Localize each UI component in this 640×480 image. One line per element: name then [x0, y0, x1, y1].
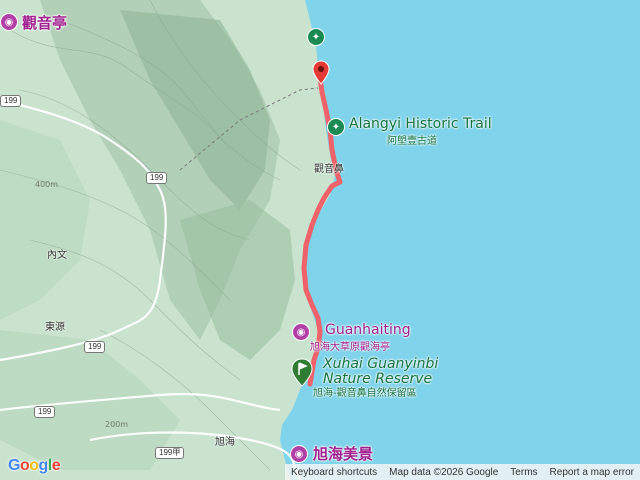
- poi-guanhaiting-sub: 旭海大草原觀海亭: [310, 342, 390, 353]
- map-data-text: Map data ©2026 Google: [389, 466, 499, 478]
- poi-xuhai-reserve[interactable]: Xuhai Guanyinbi: [323, 356, 438, 372]
- poi-guanhaiting[interactable]: Guanhaiting: [325, 322, 411, 338]
- camera-icon[interactable]: ◉: [290, 445, 308, 463]
- road-shield: 199甲: [155, 447, 185, 459]
- map-canvas[interactable]: ◉ 觀音亭 ✦ ✦ Alangyi Historic Trail 阿塱壹古道 觀…: [0, 0, 640, 480]
- camera-icon[interactable]: ◉: [292, 323, 310, 341]
- hiking-icon[interactable]: ✦: [327, 118, 345, 136]
- camera-icon[interactable]: ◉: [0, 13, 18, 31]
- google-logo: Google: [8, 457, 61, 474]
- road-shield: 199: [34, 406, 56, 418]
- start-marker-icon[interactable]: [291, 358, 313, 388]
- poi-alangyi-sub: 阿塱壹古道: [387, 136, 437, 147]
- terms-link[interactable]: Terms: [504, 467, 543, 478]
- poi-xuhai-view[interactable]: 旭海美景: [313, 443, 373, 464]
- place-neiwen: 內文: [47, 250, 67, 261]
- road-shield: 199: [84, 341, 106, 353]
- poi-alangyi[interactable]: Alangyi Historic Trail: [349, 116, 492, 132]
- end-marker-icon[interactable]: [312, 60, 330, 86]
- keyboard-shortcuts-link[interactable]: Keyboard shortcuts: [285, 467, 383, 478]
- place-xuhai: 旭海: [215, 437, 235, 448]
- place-guanyinbi: 觀音鼻: [314, 164, 344, 175]
- poi-xuhai-reserve-sub: 旭海-觀音鼻自然保留區: [313, 388, 417, 399]
- report-error-link[interactable]: Report a map error: [544, 467, 640, 478]
- road-shield: 199: [0, 95, 22, 107]
- contour-label: 200m: [105, 420, 129, 429]
- place-dongyuan: 東源: [45, 322, 65, 333]
- road-shield: 199: [146, 172, 168, 184]
- poi-guanyin-pavilion[interactable]: 觀音亭: [22, 12, 67, 33]
- attribution-bar: Keyboard shortcuts Map data ©2026 Google…: [285, 464, 640, 480]
- contour-label: 400m: [35, 180, 59, 189]
- hiking-icon[interactable]: ✦: [307, 28, 325, 46]
